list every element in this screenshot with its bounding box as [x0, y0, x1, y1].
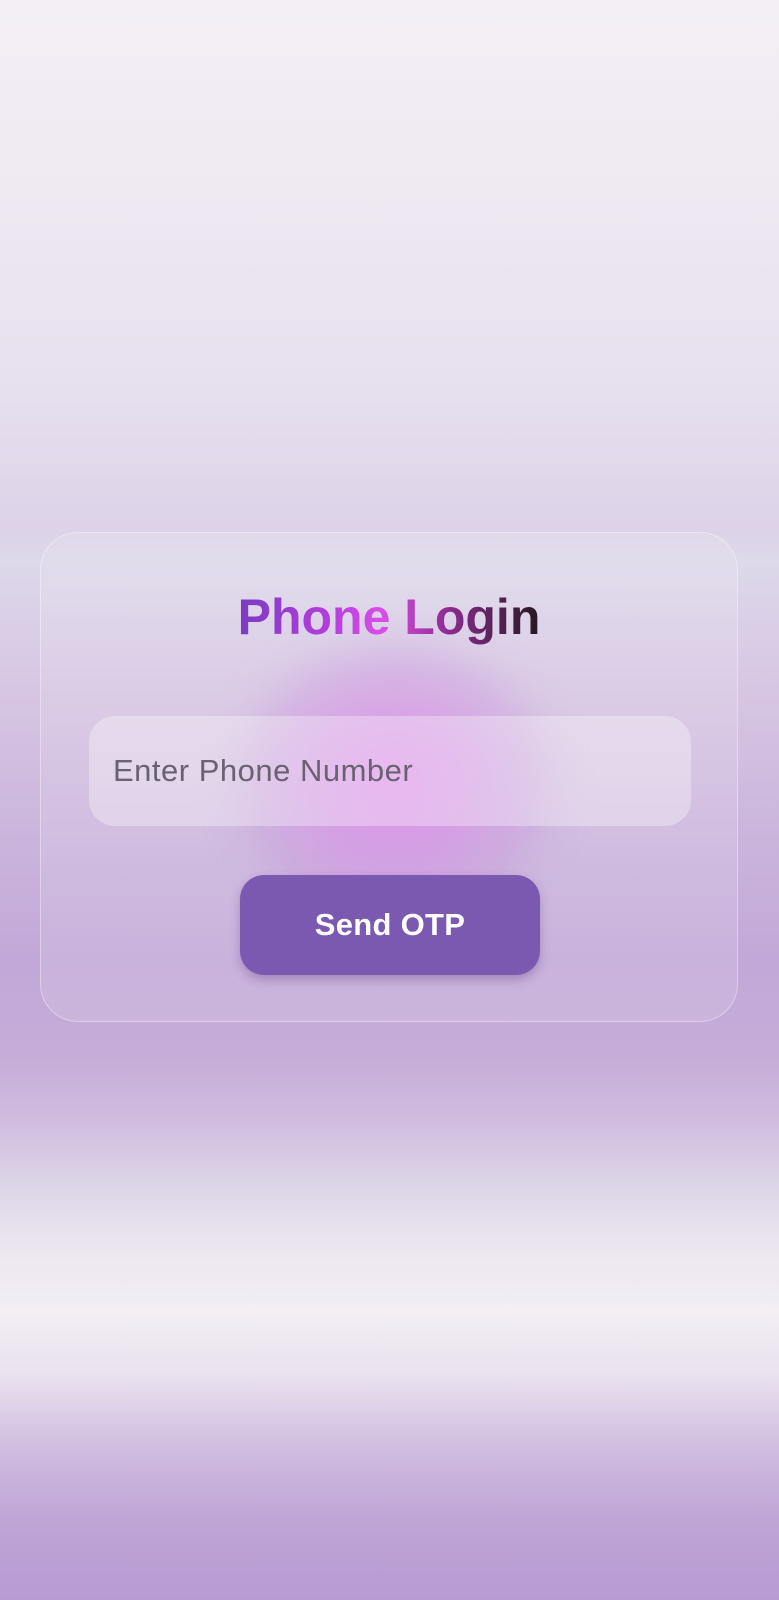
login-card: Phone Login Send OTP	[40, 532, 738, 1022]
page-title-container: Phone Login	[41, 587, 737, 647]
phone-number-input[interactable]	[89, 716, 691, 826]
page-title: Phone Login	[237, 589, 541, 645]
send-otp-button[interactable]: Send OTP	[240, 875, 540, 975]
